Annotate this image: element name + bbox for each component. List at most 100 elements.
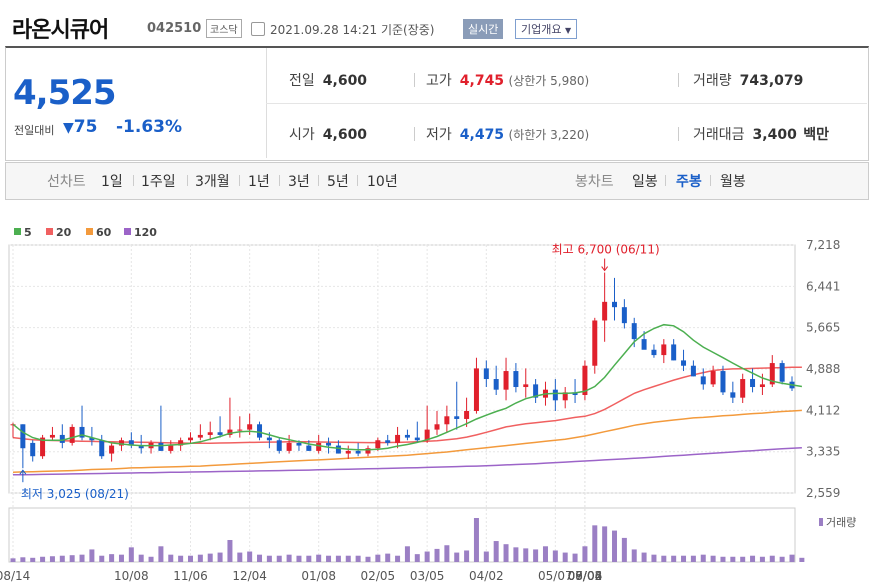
candle-body xyxy=(651,349,657,356)
candle-body xyxy=(404,434,410,438)
candle-body xyxy=(296,442,302,446)
x-tick-label: 01/08 xyxy=(301,569,336,583)
candle-body xyxy=(375,440,381,449)
y-tick-label: 6,441 xyxy=(806,279,840,293)
x-tick-label: 04/02 xyxy=(469,569,504,583)
volume-bar xyxy=(99,555,105,562)
candle-body xyxy=(681,360,687,366)
volume-bar xyxy=(79,554,85,562)
volume-bar xyxy=(247,551,253,562)
candle-body xyxy=(306,445,312,451)
volume-bar xyxy=(404,546,410,562)
candle-body xyxy=(414,437,420,441)
candle-body xyxy=(671,344,677,361)
candle-body xyxy=(109,445,115,454)
volume-bar xyxy=(799,557,805,562)
volume-bar xyxy=(681,555,687,562)
volume-bar xyxy=(237,552,243,562)
max-annotation: 최고 6,700 (06/11) xyxy=(552,243,660,257)
candle-body xyxy=(483,368,489,380)
volume-bar xyxy=(306,555,312,562)
volume-bar xyxy=(266,555,272,562)
volume-bar xyxy=(769,555,775,562)
volume-bar xyxy=(621,537,627,562)
candle-body xyxy=(385,440,391,443)
volume-bar xyxy=(730,556,736,562)
volume-bar xyxy=(513,547,519,562)
candle-body xyxy=(207,432,213,435)
volume-bar xyxy=(473,518,479,562)
legend-label: 60 xyxy=(96,226,112,239)
candle-body xyxy=(30,442,36,457)
candle-body xyxy=(345,450,351,454)
volume-bar xyxy=(178,555,184,562)
volume-bar xyxy=(740,556,746,562)
candle-body xyxy=(661,344,667,356)
volume-bar xyxy=(661,555,667,562)
y-tick-label: 4,112 xyxy=(806,403,840,417)
candle-body xyxy=(602,301,608,321)
candle-body xyxy=(197,434,203,438)
volume-bar xyxy=(365,556,371,562)
candle-body xyxy=(612,301,618,308)
candle-body xyxy=(237,429,243,431)
candle-body xyxy=(740,379,746,398)
volume-bar xyxy=(493,541,499,562)
volume-bar xyxy=(69,555,75,562)
volume-bar xyxy=(582,546,588,562)
volume-bar xyxy=(395,555,401,562)
volume-bar xyxy=(385,553,391,562)
candle-body xyxy=(473,368,479,411)
volume-bar xyxy=(286,554,292,562)
legend-swatch xyxy=(14,228,21,235)
candle-body xyxy=(257,424,263,438)
stock-chart: 7,218 6,441 5,665 4,888 4,112 3,335 2,559 08/14… xyxy=(0,226,856,583)
volume-bar xyxy=(779,556,785,562)
candle-body xyxy=(434,424,440,430)
legend-label: 20 xyxy=(56,226,72,239)
y-tick-label: 5,665 xyxy=(806,321,840,335)
candle-body xyxy=(326,442,332,446)
volume-bar xyxy=(651,554,657,562)
candle-body xyxy=(730,392,736,398)
volume-bar xyxy=(483,551,489,562)
volume-bar xyxy=(59,555,65,562)
volume-bar xyxy=(710,555,716,562)
candle-body xyxy=(503,371,509,390)
volume-bar xyxy=(562,552,568,562)
volume-bar xyxy=(326,555,332,562)
volume-bar xyxy=(335,555,341,562)
candle-body xyxy=(286,442,292,451)
candle-body xyxy=(700,376,706,385)
legend-swatch xyxy=(46,228,53,235)
volume-legend-swatch xyxy=(819,518,823,526)
candle-body xyxy=(779,363,785,382)
candle-body xyxy=(641,339,647,350)
volume-bar xyxy=(207,553,213,562)
legend-label: 120 xyxy=(134,226,157,239)
candle-body xyxy=(710,371,716,385)
candle-body xyxy=(99,440,105,457)
volume-bar xyxy=(138,554,144,562)
candle-body xyxy=(523,384,529,388)
volume-bar xyxy=(542,546,548,562)
candle-body xyxy=(759,384,765,388)
volume-bar xyxy=(49,556,55,562)
candle-body xyxy=(266,437,272,441)
volume-bar xyxy=(217,552,223,562)
volume-bar xyxy=(355,555,361,562)
x-tick-label: 02/05 xyxy=(361,569,396,583)
candle-body xyxy=(355,450,361,454)
volume-bar xyxy=(444,545,450,562)
volume-bar xyxy=(671,555,677,562)
legend-swatch xyxy=(124,228,131,235)
volume-bar xyxy=(187,555,193,562)
volume-bar xyxy=(750,555,756,562)
volume-bar xyxy=(168,554,174,562)
volume-bar xyxy=(257,554,263,562)
candle-body xyxy=(335,445,341,454)
volume-bar xyxy=(89,549,95,562)
candle-body xyxy=(395,434,401,443)
candle-body xyxy=(631,323,637,340)
volume-bar xyxy=(503,544,509,562)
